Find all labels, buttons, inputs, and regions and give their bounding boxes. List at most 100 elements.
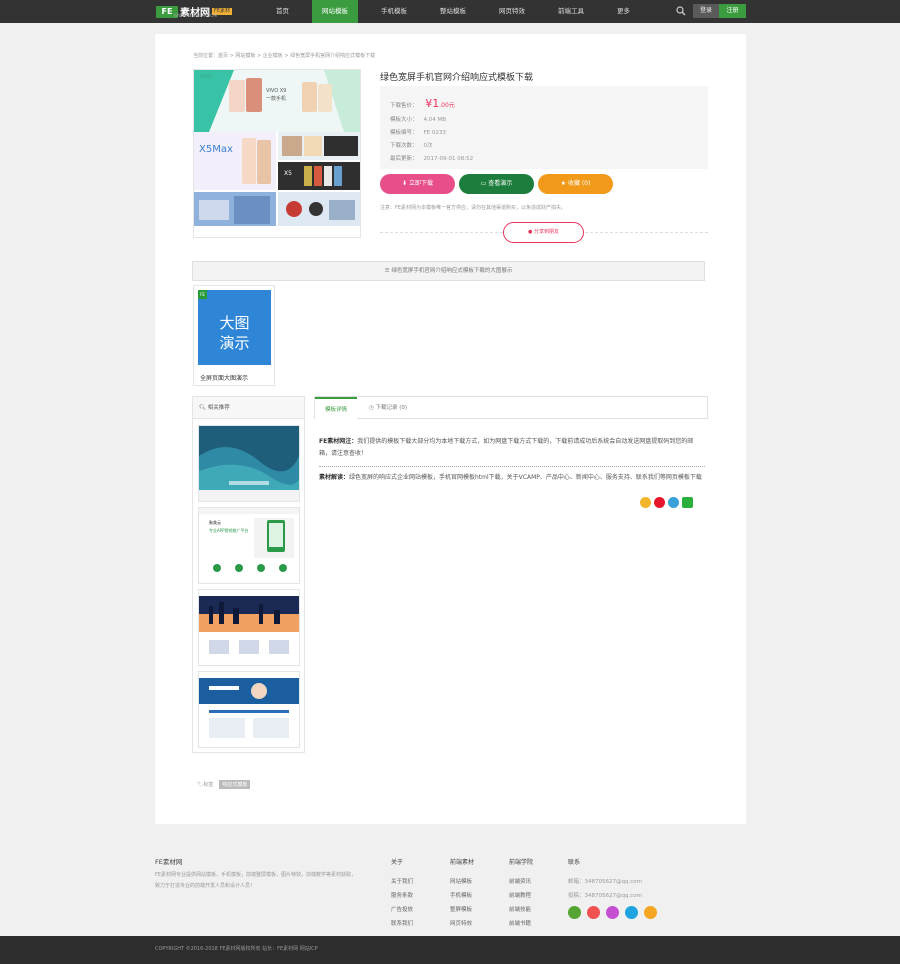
download-icon: ⬇ [402,180,409,187]
register-button[interactable]: 注册 [719,4,746,18]
share-label: 分享到朋友 [533,229,559,235]
nav-web-effects[interactable]: 网页特效 [489,0,535,23]
footer-link[interactable]: 前端技能 [509,907,531,913]
demo-caption: 全屏页面大图演示 [200,375,249,382]
footer-brand: FE素材网 [155,858,183,866]
related-thumb-4[interactable] [198,671,300,748]
template-description: 素材解读：绿色宽屏的响应式企业网站模板，手机官网模板html下载，关于VCAMP… [319,471,705,485]
footer-link[interactable]: 手机模板 [450,893,472,899]
nav-site-templates[interactable]: 整站模板 [430,0,476,23]
updated-label: 最后更新： [390,156,418,162]
demo-thumbnail: FE 大图 演示 [198,290,271,365]
footer-col-academy: 前端学院 前端资讯 前端教程 前端技能 前端书籍 [509,856,533,931]
size-label: 模板大小： [390,117,418,123]
size-value: 4.04 MB [423,117,447,123]
related-thumb-3[interactable] [198,589,300,666]
weibo-icon[interactable] [654,497,665,508]
related-thumb-2-title: 聚美云 [209,519,221,525]
message-icon[interactable] [644,906,657,919]
share-icons [640,497,693,508]
downloads-row: 下载次数： 0次 [390,141,433,149]
footer-link[interactable]: 网页特效 [450,921,472,927]
related-thumb-2[interactable]: 聚美云 专业APP营销推广平台 [198,507,300,584]
footer-col-title: 关于 [391,859,404,866]
download-note: FE素材网注：我们提供的模板下载大部分均为本地下载方式，如为网盘下载方式下载的，… [319,436,705,460]
purchase-notice: 注意：FE素材网为本模板唯一官方供应，请勿在其他渠道购买，以免造成财产损失。 [380,205,567,211]
view-demo-label: 查看演示 [488,180,513,187]
copyright-text: COPYRIGHT ©2016-2018 FE素材网版权所有 站长：FE素材网 … [155,946,318,952]
download-button[interactable]: ⬇ 立即下载 [380,174,455,194]
tags-label: 标签 [203,782,214,788]
nav-home[interactable]: 首页 [266,0,299,23]
related-panel: 🔍︎ 相关推荐 聚美云 专业APP营销推广平台 [192,396,305,753]
main-nav: 首页 网站模板 手机模板 整站模板 网页特效 前端工具 更多 [266,0,653,23]
detail-tabs: 模板详情 ◷ 下载记录 (0) [314,396,708,419]
demo-gallery-title: 绿色宽屏手机官网介绍响应式模板下载的大图展示 [391,268,513,274]
logo-url: WWW.FESUCAI.COM [174,13,218,18]
footer-contact-email: 邮箱：348705627@qq.com [568,879,642,885]
related-thumb-1[interactable] [198,425,300,502]
nav-mobile-templates[interactable]: 手机模板 [371,0,417,23]
share-button[interactable]: ● 分享到朋友 [503,222,584,243]
login-button[interactable]: 登录 [693,4,719,18]
id-value: FE 0233 [423,130,446,136]
footer-link[interactable]: 联系我们 [391,921,413,927]
tags-row: 🏷︎ 标签 响应式模板 [197,780,251,789]
template-description-text: 绿色宽屏的响应式企业网站模板，手机官网模板html下载，关于VCAMP、产品中心… [349,474,702,481]
weibo-icon[interactable] [587,906,600,919]
wechat-icon[interactable] [568,906,581,919]
related-title: 相关推荐 [207,405,230,411]
view-demo-button[interactable]: ▭ 查看演示 [459,174,534,194]
footer-contact: 联系 邮箱：348705627@qq.com 投稿：348705627@qq.c… [568,856,642,903]
footer-contact-submit: 投稿：348705627@qq.com [568,893,642,899]
footer-link[interactable]: 整屏模板 [450,907,472,913]
template-info-box: 下载售价： ¥1.00元 模板大小： 4.04 MB 模板编号： FE 0233 下… [380,86,708,169]
template-title: 绿色宽屏手机官网介绍响应式模板下载 [380,73,534,83]
downloads-value: 0次 [423,143,433,149]
favorite-label: 收藏 (0) [567,180,591,187]
footer-link[interactable]: 服务条款 [391,893,413,899]
rss-icon[interactable] [625,906,638,919]
demo-card[interactable]: FE 大图 演示 全屏页面大图演示 [193,285,275,386]
price-row: 下载售价： ¥1.00元 [390,97,455,110]
updated-row: 最后更新： 2017-09-01 08:52 [390,154,473,162]
star-icon: ★ [560,180,568,187]
preview-collage: VIVO VIVO X9 一款手机 X5Max X5 [194,70,360,226]
description-divider [319,466,705,467]
download-note-label: FE素材网注： [319,438,358,445]
tag-chip[interactable]: 响应式模板 [219,780,251,789]
demo-corner-badge: FE [198,290,207,299]
wechat-icon[interactable] [682,497,693,508]
qq-icon[interactable] [606,906,619,919]
footer-link[interactable]: 广告投放 [391,907,413,913]
qzone-icon[interactable] [640,497,651,508]
footer-link[interactable]: 前端资讯 [509,879,531,885]
breadcrumb: 当前位置：首页 > 网站模板 > 企业模板 > 绿色宽屏手机官网介绍响应式模板下… [193,53,376,59]
demo-text-2: 演示 [219,334,250,352]
related-thumb-4-image [199,672,299,747]
template-preview-image[interactable]: VIVO VIVO X9 一款手机 X5Max X5 [193,69,361,238]
tab-detail[interactable]: 模板详情 [315,397,357,419]
footer-link[interactable]: 关于我们 [391,879,413,885]
footer-col-materials: 前端素材 网站模板 手机模板 整屏模板 网页特效 [450,856,474,931]
related-header: 🔍︎ 相关推荐 [193,397,304,419]
preview-brand: VIVO [200,74,212,80]
tab-download-history[interactable]: ◷ 下载记录 (0) [363,397,413,419]
preview-model1: X5Max [199,144,233,155]
search-icon[interactable] [676,6,686,16]
price-dec: .00元 [439,102,455,109]
tencent-weibo-icon[interactable] [668,497,679,508]
related-thumb-2-subtitle: 专业APP营销推广平台 [209,527,249,533]
footer-social-icons [568,906,657,919]
nav-web-templates[interactable]: 网站模板 [312,0,358,23]
tab-download-history-label: 下载记录 (0) [375,405,408,411]
footer-link[interactable]: 前端书籍 [509,921,531,927]
nav-frontend-tools[interactable]: 前端工具 [548,0,594,23]
download-button-label: 立即下载 [408,180,433,187]
demo-text-1: 大图 [219,314,250,332]
favorite-button[interactable]: ★ 收藏 (0) [538,174,613,194]
nav-more[interactable]: 更多 [607,0,640,23]
footer-link[interactable]: 前端教程 [509,893,531,899]
preview-model2: X5 [284,170,292,177]
footer-link[interactable]: 网站模板 [450,879,472,885]
